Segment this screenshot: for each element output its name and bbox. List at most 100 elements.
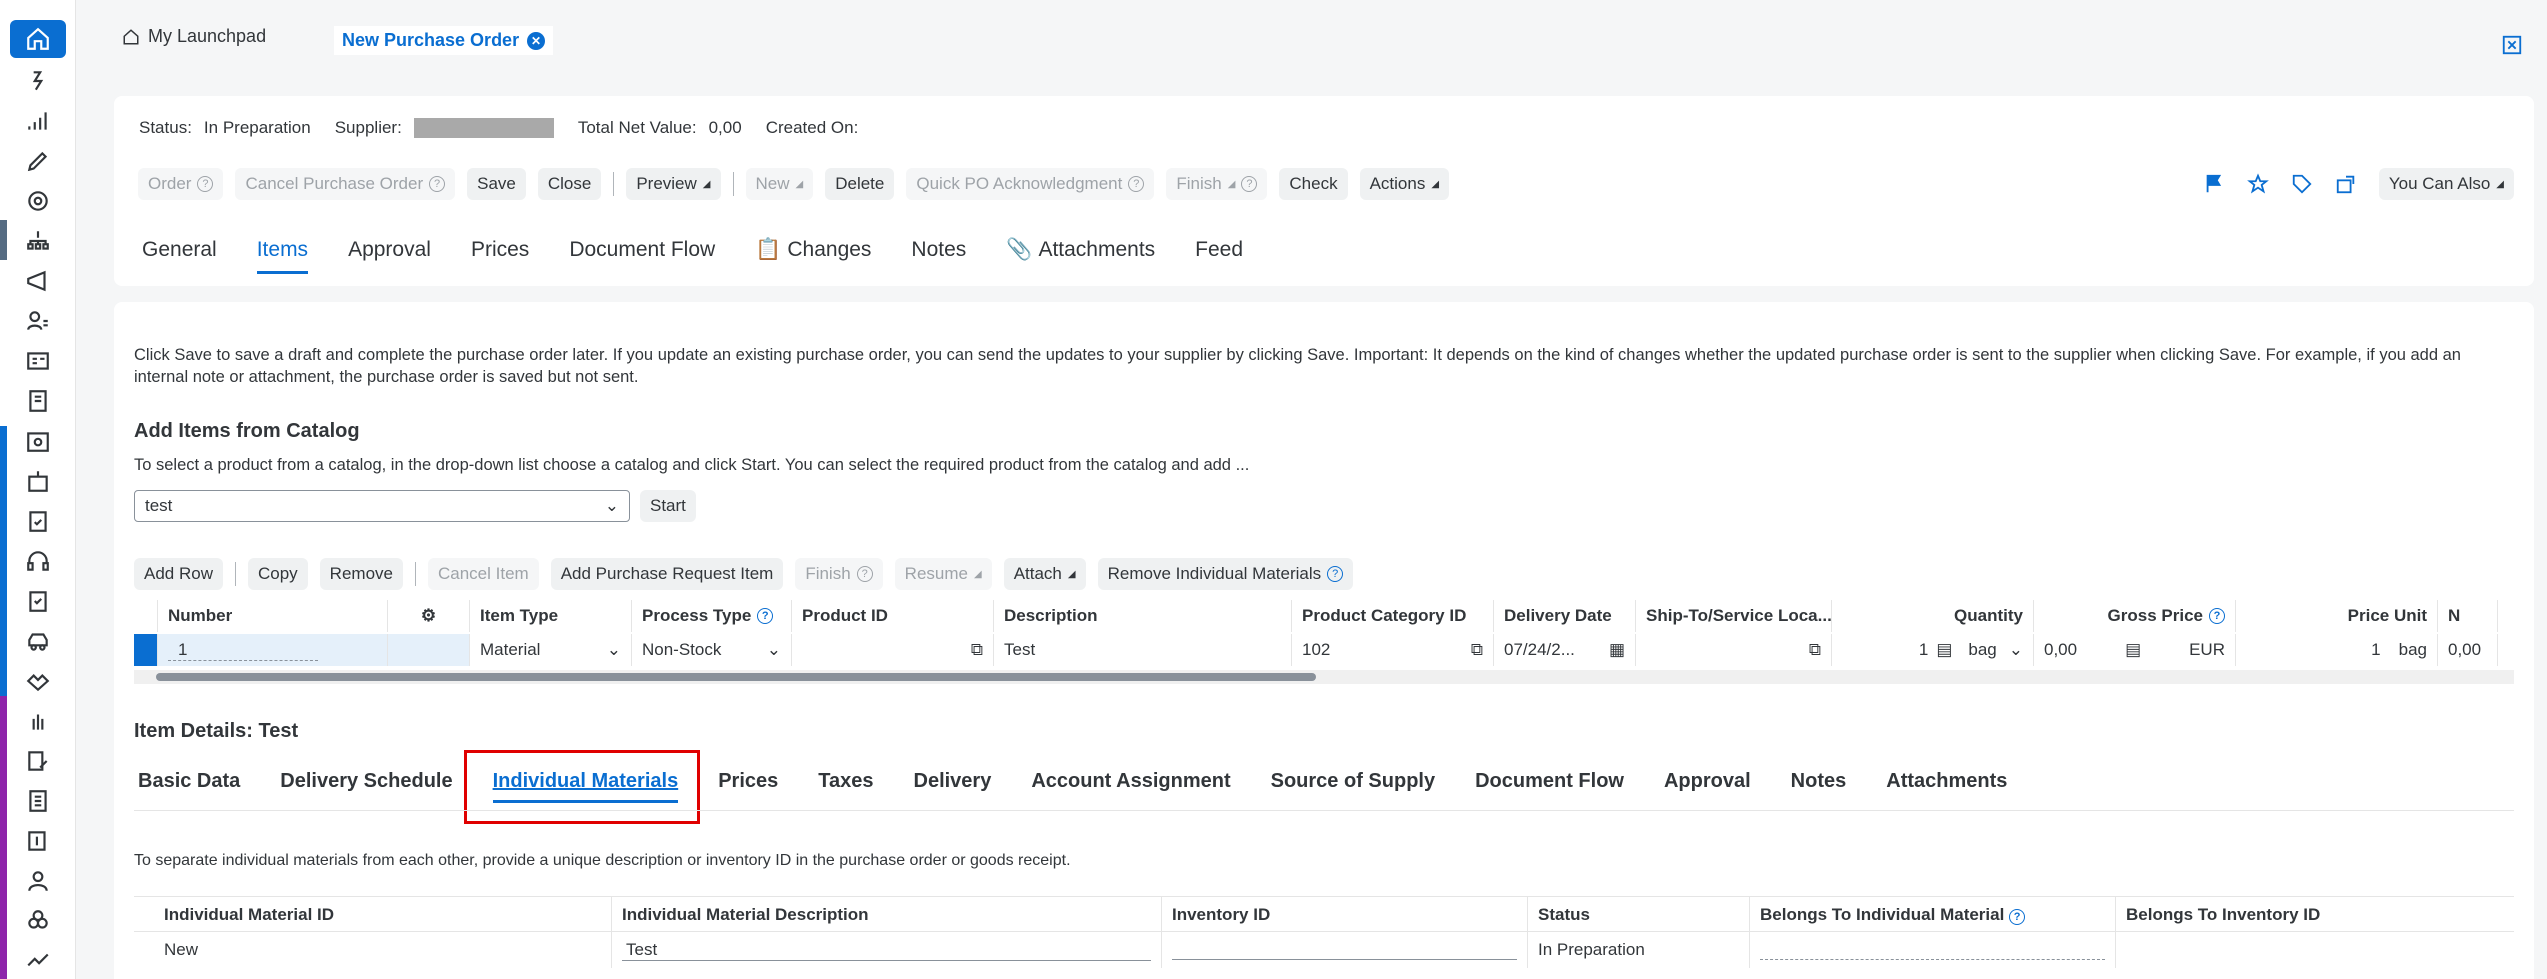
- id-card-icon[interactable]: [10, 342, 66, 380]
- refresh-icon[interactable]: [10, 62, 66, 100]
- order-button[interactable]: Order?: [138, 168, 224, 200]
- cell-delivery-date[interactable]: 07/24/2... ▦: [1494, 634, 1636, 666]
- col-process-type[interactable]: Process Type?: [632, 600, 792, 632]
- tab-detail-prices[interactable]: Prices: [718, 770, 778, 807]
- table-row[interactable]: 1 Material ⌄ Non-Stock ⌄ ⧉ Test 102 ⧉ 07/24…: [134, 634, 2498, 666]
- tab-document-flow[interactable]: Document Flow: [569, 238, 715, 274]
- save-button[interactable]: Save: [467, 168, 526, 200]
- value-help-icon[interactable]: ⧉: [971, 640, 983, 660]
- hand-icon[interactable]: [10, 702, 66, 740]
- finish-item-button[interactable]: Finish?: [795, 558, 883, 590]
- calculator-icon[interactable]: ▤: [2125, 640, 2141, 660]
- cell-description[interactable]: Test: [994, 634, 1292, 666]
- invoice-icon[interactable]: [10, 382, 66, 420]
- cell-ship-to[interactable]: ⧉: [1636, 634, 1832, 666]
- star-icon[interactable]: [2246, 173, 2269, 195]
- col-delivery-date[interactable]: Delivery Date: [1494, 600, 1636, 632]
- tab-detail-approval[interactable]: Approval: [1664, 770, 1751, 807]
- resume-button[interactable]: Resume ◢: [894, 558, 992, 590]
- preview-button[interactable]: Preview ◢: [626, 168, 721, 200]
- cell-gross-price[interactable]: 0,00 ▤ EUR: [2034, 634, 2236, 666]
- col-status[interactable]: Status: [1528, 897, 1750, 931]
- col-item-type[interactable]: Item Type: [470, 600, 632, 632]
- cell-product-category[interactable]: 102 ⧉: [1292, 634, 1494, 666]
- add-row-button[interactable]: Add Row: [134, 558, 223, 590]
- checklist-icon[interactable]: [10, 582, 66, 620]
- calendar-small-icon[interactable]: ▦: [1609, 640, 1625, 660]
- trend-icon[interactable]: [10, 942, 66, 979]
- cell-item-type[interactable]: Material ⌄: [470, 634, 632, 666]
- tag-icon[interactable]: [2291, 173, 2313, 195]
- money-bill-icon[interactable]: [10, 822, 66, 860]
- catalog-select[interactable]: test ⌄: [134, 490, 630, 522]
- scrollbar-thumb[interactable]: [156, 673, 1316, 681]
- share-icon[interactable]: [2335, 173, 2357, 195]
- col-ship-to[interactable]: Ship-To/Service Loca...: [1636, 600, 1832, 632]
- user-list-icon[interactable]: [10, 302, 66, 340]
- gear-icon[interactable]: [10, 182, 66, 220]
- home-icon[interactable]: [10, 20, 66, 58]
- im-description-input[interactable]: Test: [622, 940, 1151, 961]
- cancel-item-button[interactable]: Cancel Item: [427, 558, 539, 590]
- col-belongs-inventory[interactable]: Belongs To Inventory ID: [2116, 897, 2514, 931]
- cell-process-type[interactable]: Non-Stock ⌄: [632, 634, 792, 666]
- tab-general[interactable]: General: [142, 238, 217, 274]
- close-tab-icon[interactable]: ✕: [527, 31, 546, 50]
- bar-chart-icon[interactable]: [10, 102, 66, 140]
- handshake-icon[interactable]: [10, 662, 66, 700]
- col-belongs-im[interactable]: Belongs To Individual Material ?: [1750, 897, 2116, 931]
- start-button[interactable]: Start: [640, 490, 696, 522]
- tab-basic-data[interactable]: Basic Data: [138, 770, 240, 807]
- cell-im-description[interactable]: Test: [612, 932, 1162, 968]
- tab-items[interactable]: Items: [256, 238, 309, 274]
- remove-button[interactable]: Remove: [319, 558, 403, 590]
- cell-product-id[interactable]: ⧉: [792, 634, 994, 666]
- tab-detail-document-flow[interactable]: Document Flow: [1475, 770, 1624, 807]
- remove-im-button[interactable]: Remove Individual Materials?: [1097, 558, 1354, 590]
- person-icon[interactable]: [10, 862, 66, 900]
- tab-feed[interactable]: Feed: [1195, 238, 1243, 274]
- tab-detail-notes[interactable]: Notes: [1791, 770, 1847, 807]
- edit-icon[interactable]: [10, 142, 66, 180]
- car-icon[interactable]: [10, 622, 66, 660]
- col-im-description[interactable]: Individual Material Description: [612, 897, 1162, 931]
- tab-delivery[interactable]: Delivery: [914, 770, 992, 807]
- table-settings-icon[interactable]: ⚙: [388, 600, 470, 632]
- launchpad-tab[interactable]: My Launchpad: [122, 26, 266, 47]
- new-po-tab[interactable]: New Purchase Order ✕: [334, 26, 554, 55]
- col-product-id[interactable]: Product ID: [792, 600, 994, 632]
- inventory-id-input[interactable]: [1172, 940, 1517, 960]
- col-description[interactable]: Description: [994, 600, 1292, 632]
- col-im-id[interactable]: Individual Material ID: [134, 897, 612, 931]
- cell-number[interactable]: 1: [158, 634, 388, 666]
- col-inventory-id[interactable]: Inventory ID: [1162, 897, 1528, 931]
- tab-attachments[interactable]: 📎 Attachments: [1006, 238, 1155, 274]
- col-gross-price[interactable]: Gross Price?: [2034, 600, 2236, 632]
- megaphone-icon[interactable]: [10, 262, 66, 300]
- value-help-icon[interactable]: ⧉: [1809, 640, 1821, 660]
- headset-icon[interactable]: [10, 542, 66, 580]
- tab-prices[interactable]: Prices: [471, 238, 529, 274]
- tab-approval[interactable]: Approval: [348, 238, 431, 274]
- cell-inventory-id[interactable]: [1162, 932, 1528, 968]
- calculator-icon[interactable]: ▤: [1936, 640, 1952, 660]
- tab-delivery-schedule[interactable]: Delivery Schedule: [280, 770, 452, 807]
- col-number[interactable]: Number: [158, 600, 388, 632]
- new-button[interactable]: New ◢: [745, 168, 814, 200]
- value-help-icon[interactable]: ⧉: [1471, 640, 1483, 660]
- finish-button[interactable]: Finish ◢?: [1166, 168, 1268, 200]
- row-selector[interactable]: [134, 634, 158, 666]
- cell-price-unit[interactable]: 1 bag: [2236, 634, 2438, 666]
- cell-belongs-im[interactable]: [1750, 932, 2116, 968]
- table-row[interactable]: New Test In Preparation: [134, 932, 2514, 968]
- tab-account-assignment[interactable]: Account Assignment: [1031, 770, 1230, 807]
- col-next[interactable]: N: [2438, 600, 2498, 632]
- close-button[interactable]: Close: [537, 168, 602, 200]
- col-product-category[interactable]: Product Category ID: [1292, 600, 1494, 632]
- actions-button[interactable]: Actions ◢: [1359, 168, 1450, 200]
- you-can-also-button[interactable]: You Can Also ◢: [2378, 168, 2514, 200]
- tab-notes[interactable]: Notes: [911, 238, 966, 274]
- delete-button[interactable]: Delete: [825, 168, 895, 200]
- tab-source-of-supply[interactable]: Source of Supply: [1271, 770, 1435, 807]
- cell-net[interactable]: 0,00: [2438, 634, 2498, 666]
